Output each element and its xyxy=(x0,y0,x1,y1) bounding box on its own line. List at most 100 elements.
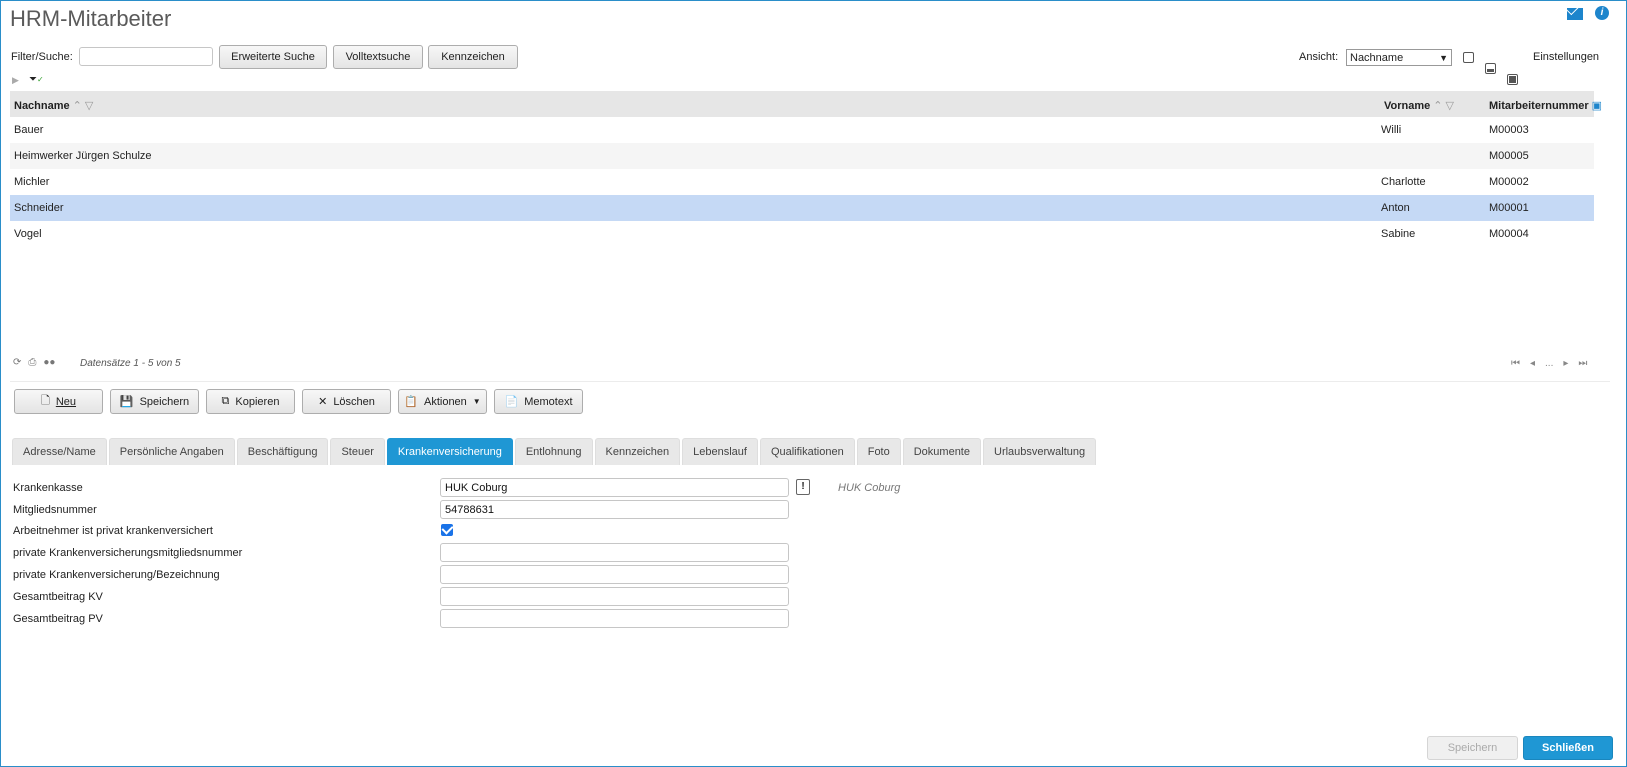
delete-button[interactable]: ✕ Löschen xyxy=(302,389,391,414)
memo-button-label: Memotext xyxy=(524,395,573,408)
column-chooser-icon[interactable]: ▣ xyxy=(1592,99,1602,112)
table-row[interactable]: Michler Charlotte M00002 xyxy=(10,169,1594,195)
mail-icon[interactable] xyxy=(1567,8,1583,20)
delete-button-label: Löschen xyxy=(333,395,375,408)
tab-persoenliche-angaben[interactable]: Persönliche Angaben xyxy=(108,438,235,465)
tab-dokumente[interactable]: Dokumente xyxy=(902,438,981,465)
krankenkasse-hint: HUK Coburg xyxy=(838,482,901,494)
pager: ⏮ ◂ ... ▸ ⏭ xyxy=(1511,358,1587,369)
actions-button-label: Aktionen xyxy=(423,395,467,408)
close-icon: ✕ xyxy=(318,396,328,408)
clipboard-icon: 📋 xyxy=(404,396,418,408)
employee-grid: Nachname ⌃ ▽ Vorname ⌃ ▽ Mitarbeiternumm… xyxy=(10,91,1602,247)
first-page-icon[interactable]: ⏮ xyxy=(1511,358,1520,369)
filter-icon[interactable]: ▽ xyxy=(1445,99,1453,112)
prev-page-icon[interactable]: ◂ xyxy=(1530,358,1535,369)
actions-button[interactable]: 📋 Aktionen ▼ xyxy=(398,389,487,414)
copy-button[interactable]: ⧉ Kopieren xyxy=(206,389,295,414)
pkv-nummer-label: private Krankenversicherungsmitgliedsnum… xyxy=(13,547,243,559)
column-header-nachname[interactable]: Nachname ⌃ ▽ xyxy=(14,99,93,113)
mitgliedsnummer-label: Mitgliedsnummer xyxy=(13,504,97,516)
sort-icon[interactable]: ⌃ xyxy=(73,99,82,112)
tab-qualifikationen[interactable]: Qualifikationen xyxy=(759,438,855,465)
new-button[interactable]: 🗋 Neu xyxy=(14,389,103,414)
privat-versichert-checkbox[interactable] xyxy=(441,524,453,536)
advanced-search-button[interactable]: Erweiterte Suche xyxy=(219,45,327,69)
pkv-bezeichnung-field[interactable] xyxy=(440,565,789,584)
document-icon: 🗋 xyxy=(40,395,50,407)
memo-icon: 📄 xyxy=(504,396,519,408)
view-label: Ansicht: xyxy=(1299,51,1339,63)
sort-icon[interactable]: ⌃ xyxy=(1433,99,1442,112)
gesamtbeitrag-pv-field[interactable] xyxy=(440,609,789,628)
tab-kennzeichen[interactable]: Kennzeichen xyxy=(594,438,681,465)
cell-nummer: M00001 xyxy=(1489,202,1529,214)
divider xyxy=(10,381,1610,382)
pkv-bezeichnung-label: private Krankenversicherung/Bezeichnung xyxy=(13,569,220,581)
pkv-nummer-field[interactable] xyxy=(440,543,789,562)
tab-entlohnung[interactable]: Entlohnung xyxy=(514,438,593,465)
table-row[interactable]: Vogel Sabine M00004 xyxy=(10,221,1594,247)
top-icons: i xyxy=(1567,6,1609,20)
print-icon[interactable]: ⎙ xyxy=(28,357,36,368)
tab-lebenslauf[interactable]: Lebenslauf xyxy=(682,438,758,465)
view-select-value: Nachname xyxy=(1350,51,1404,64)
cell-vorname: Sabine xyxy=(1381,228,1416,240)
footer-save-button[interactable]: Speichern xyxy=(1427,736,1518,760)
cell-nummer: M00005 xyxy=(1489,150,1529,162)
last-page-icon[interactable]: ⏭ xyxy=(1578,358,1587,369)
krankenkasse-field[interactable] xyxy=(440,478,789,497)
fulltext-search-button[interactable]: Volltextsuche xyxy=(333,45,423,69)
close-button[interactable]: Schließen xyxy=(1523,736,1613,760)
tab-foto[interactable]: Foto xyxy=(856,438,901,465)
table-row[interactable]: Bauer Willi M00003 xyxy=(10,117,1594,143)
save-button-label: Speichern xyxy=(139,395,190,408)
column-header-vorname[interactable]: Vorname ⌃ ▽ xyxy=(1384,99,1454,113)
cell-nummer: M00002 xyxy=(1489,176,1529,188)
column-label: Vorname xyxy=(1384,99,1431,112)
cell-nummer: M00004 xyxy=(1489,228,1529,240)
copy-button-label: Kopieren xyxy=(235,395,280,408)
view-full-icon[interactable] xyxy=(1507,74,1518,85)
settings-link[interactable]: Einstellungen xyxy=(1533,51,1599,63)
cell-nachname: Michler xyxy=(14,176,50,188)
cell-nummer: M00003 xyxy=(1489,124,1529,136)
table-row[interactable]: Heimwerker Jürgen Schulze M00005 xyxy=(10,143,1594,169)
filter-label: Filter/Suche: xyxy=(11,51,73,63)
view-compact-icon[interactable] xyxy=(1463,52,1474,63)
grid-header: Nachname ⌃ ▽ Vorname ⌃ ▽ Mitarbeiternumm… xyxy=(10,91,1602,117)
filter-input[interactable] xyxy=(79,47,213,66)
view-split-icon[interactable] xyxy=(1485,63,1496,74)
expand-icon[interactable]: ▶ xyxy=(12,75,19,86)
filter-icon[interactable]: ▽ xyxy=(85,99,93,112)
cell-vorname: Willi xyxy=(1381,124,1402,136)
tab-adresse[interactable]: Adresse/Name xyxy=(12,438,107,465)
tab-bar: Adresse/Name Persönliche Angaben Beschäf… xyxy=(12,438,1097,465)
export-icon[interactable]: ●● xyxy=(43,357,55,368)
tags-button[interactable]: Kennzeichen xyxy=(428,45,518,69)
memo-button[interactable]: 📄 Memotext xyxy=(494,389,583,414)
floppy-icon: 💾 xyxy=(119,396,134,408)
save-button[interactable]: 💾 Speichern xyxy=(110,389,199,414)
tab-krankenversicherung[interactable]: Krankenversicherung xyxy=(386,438,513,465)
mitgliedsnummer-field[interactable] xyxy=(440,500,789,519)
page-ellipsis: ... xyxy=(1545,358,1554,369)
tab-steuer[interactable]: Steuer xyxy=(330,438,385,465)
refresh-icon[interactable]: ⟳ xyxy=(13,357,21,368)
column-label: Nachname xyxy=(14,99,70,112)
table-row-selected[interactable]: Schneider Anton M00001 xyxy=(10,195,1594,221)
new-button-label: Neu xyxy=(55,395,77,408)
next-page-icon[interactable]: ▸ xyxy=(1563,358,1568,369)
gesamtbeitrag-kv-label: Gesamtbeitrag KV xyxy=(13,591,103,603)
caret-down-icon: ▼ xyxy=(472,397,481,406)
column-header-mitarbeiternummer[interactable]: Mitarbeiternummer ▣ xyxy=(1489,99,1602,113)
lookup-button[interactable]: ! xyxy=(796,479,810,495)
filter-active-icon[interactable]: ⏷✓ xyxy=(29,74,44,85)
column-label: Mitarbeiternummer xyxy=(1489,99,1589,112)
gesamtbeitrag-kv-field[interactable] xyxy=(440,587,789,606)
cell-nachname: Schneider xyxy=(14,202,64,214)
tab-urlaubsverwaltung[interactable]: Urlaubsverwaltung xyxy=(983,438,1097,465)
view-select[interactable]: Nachname ▼ xyxy=(1346,49,1452,66)
tab-beschaeftigung[interactable]: Beschäftigung xyxy=(236,438,329,465)
info-icon[interactable]: i xyxy=(1595,6,1609,20)
